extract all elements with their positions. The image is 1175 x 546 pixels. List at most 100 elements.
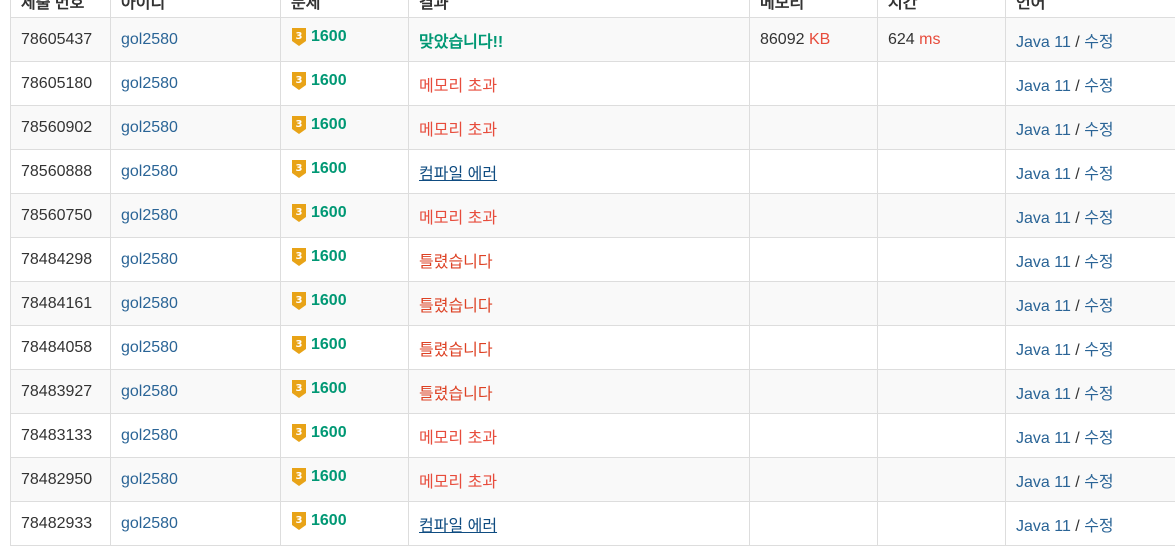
user-link[interactable]: gol2580	[121, 75, 178, 92]
language-link[interactable]: Java 11	[1016, 166, 1071, 183]
result-mle: 메모리 초과	[419, 210, 497, 227]
separator: /	[1071, 122, 1084, 139]
separator: /	[1071, 474, 1084, 491]
language-link[interactable]: Java 11	[1016, 474, 1071, 491]
result-cell: 틀렸습니다	[409, 282, 750, 326]
result-cell: 메모리 초과	[409, 106, 750, 150]
language-link[interactable]: Java 11	[1016, 298, 1071, 315]
submission-id-cell: 78560750	[11, 194, 111, 238]
language-link[interactable]: Java 11	[1016, 342, 1071, 359]
table-row: 78483133 gol2580 31600 메모리 초과 Java 11 / 수정	[11, 414, 1175, 458]
memory-cell	[750, 194, 878, 238]
language-link[interactable]: Java 11	[1016, 78, 1071, 95]
result-wa: 틀렸습니다	[419, 298, 493, 315]
header-user-id: 아이디	[111, 0, 281, 18]
submission-id-cell: 78484161	[11, 282, 111, 326]
submission-id: 78560750	[21, 207, 92, 224]
user-link[interactable]: gol2580	[121, 163, 178, 180]
table-row: 78484058gol258031600틀렸습니다Java 11 / 수정	[11, 326, 1175, 370]
result-ce[interactable]: 컴파일 에러	[419, 166, 497, 183]
language-link[interactable]: Java 11	[1016, 386, 1071, 403]
table-row: 78482933gol258031600컴파일 에러Java 11 / 수정	[11, 502, 1175, 546]
header-time: 시간	[878, 0, 1006, 18]
separator: /	[1071, 34, 1084, 51]
separator: /	[1071, 430, 1084, 447]
table-row: 78605180gol258031600메모리 초과Java 11 / 수정	[11, 62, 1175, 106]
status-table-container: 제출 번호 아이디 문제 결과 메모리 시간 언어 78605437 gol258…	[10, 0, 1175, 546]
submission-id: 78605180	[21, 75, 92, 92]
result-wa: 틀렸습니다	[419, 342, 493, 359]
user-link[interactable]: gol2580	[121, 515, 178, 532]
result-cell: 틀렸습니다	[409, 326, 750, 370]
edit-link[interactable]: 수정	[1084, 298, 1113, 315]
user-link[interactable]: gol2580	[121, 427, 178, 444]
edit-link[interactable]: 수정	[1084, 474, 1113, 491]
language-link[interactable]: Java 11	[1016, 210, 1071, 227]
memory-cell	[750, 238, 878, 282]
user-link[interactable]: gol2580	[121, 207, 178, 224]
user-cell: gol2580	[111, 238, 281, 282]
time-cell: 624 ms	[878, 18, 1006, 62]
language-link[interactable]: Java 11	[1016, 34, 1071, 51]
edit-link[interactable]: 수정	[1084, 386, 1113, 403]
edit-link[interactable]: 수정	[1084, 430, 1113, 447]
problem-link[interactable]: 1600	[311, 512, 347, 530]
problem-link[interactable]: 1600	[311, 28, 347, 46]
language-cell: Java 11 / 수정	[1006, 18, 1175, 62]
edit-link[interactable]: 수정	[1084, 166, 1113, 183]
problem-link[interactable]: 1600	[311, 292, 347, 310]
header-submission-id: 제출 번호	[11, 0, 111, 18]
problem-link[interactable]: 1600	[311, 116, 347, 134]
user-link[interactable]: gol2580	[121, 383, 178, 400]
problem-link[interactable]: 1600	[311, 336, 347, 354]
submission-id: 78484161	[21, 295, 92, 312]
table-header-row: 제출 번호 아이디 문제 결과 메모리 시간 언어	[11, 0, 1175, 18]
problem-link[interactable]: 1600	[311, 468, 347, 486]
user-cell: gol2580	[111, 370, 281, 414]
result-mle: 메모리 초과	[419, 430, 497, 447]
gold-tier-icon: 3	[291, 291, 307, 311]
result-mle: 메모리 초과	[419, 122, 497, 139]
separator: /	[1071, 78, 1084, 95]
problem-link[interactable]: 1600	[311, 248, 347, 266]
problem-cell: 31600	[281, 238, 409, 282]
edit-link[interactable]: 수정	[1084, 34, 1113, 51]
header-result: 결과	[409, 0, 750, 18]
separator: /	[1071, 254, 1084, 271]
submission-id-cell: 78482950	[11, 458, 111, 502]
gold-tier-icon: 3	[291, 71, 307, 91]
submission-id: 78483133	[21, 427, 92, 444]
gold-tier-icon: 3	[291, 423, 307, 443]
problem-link[interactable]: 1600	[311, 72, 347, 90]
problem-link[interactable]: 1600	[311, 380, 347, 398]
user-link[interactable]: gol2580	[121, 31, 178, 48]
edit-link[interactable]: 수정	[1084, 210, 1113, 227]
problem-link[interactable]: 1600	[311, 204, 347, 222]
time-cell	[878, 326, 1006, 370]
table-row: 78560888gol258031600컴파일 에러Java 11 / 수정	[11, 150, 1175, 194]
problem-cell: 31600	[281, 194, 409, 238]
gold-tier-icon: 3	[291, 247, 307, 267]
user-link[interactable]: gol2580	[121, 251, 178, 268]
edit-link[interactable]: 수정	[1084, 342, 1113, 359]
gold-tier-icon: 3	[291, 379, 307, 399]
user-link[interactable]: gol2580	[121, 119, 178, 136]
edit-link[interactable]: 수정	[1084, 254, 1113, 271]
user-link[interactable]: gol2580	[121, 471, 178, 488]
submission-id-cell: 78605437	[11, 18, 111, 62]
problem-link[interactable]: 1600	[311, 160, 347, 178]
time-unit: ms	[919, 31, 940, 48]
user-link[interactable]: gol2580	[121, 295, 178, 312]
edit-link[interactable]: 수정	[1084, 78, 1113, 95]
language-cell: Java 11 / 수정	[1006, 326, 1175, 370]
time-cell	[878, 502, 1006, 546]
memory-cell	[750, 370, 878, 414]
user-link[interactable]: gol2580	[121, 339, 178, 356]
edit-link[interactable]: 수정	[1084, 122, 1113, 139]
language-link[interactable]: Java 11	[1016, 122, 1071, 139]
submission-id: 78560902	[21, 119, 92, 136]
problem-link[interactable]: 1600	[311, 424, 347, 442]
language-link[interactable]: Java 11	[1016, 430, 1071, 447]
user-cell: gol2580	[111, 282, 281, 326]
language-link[interactable]: Java 11	[1016, 254, 1071, 271]
